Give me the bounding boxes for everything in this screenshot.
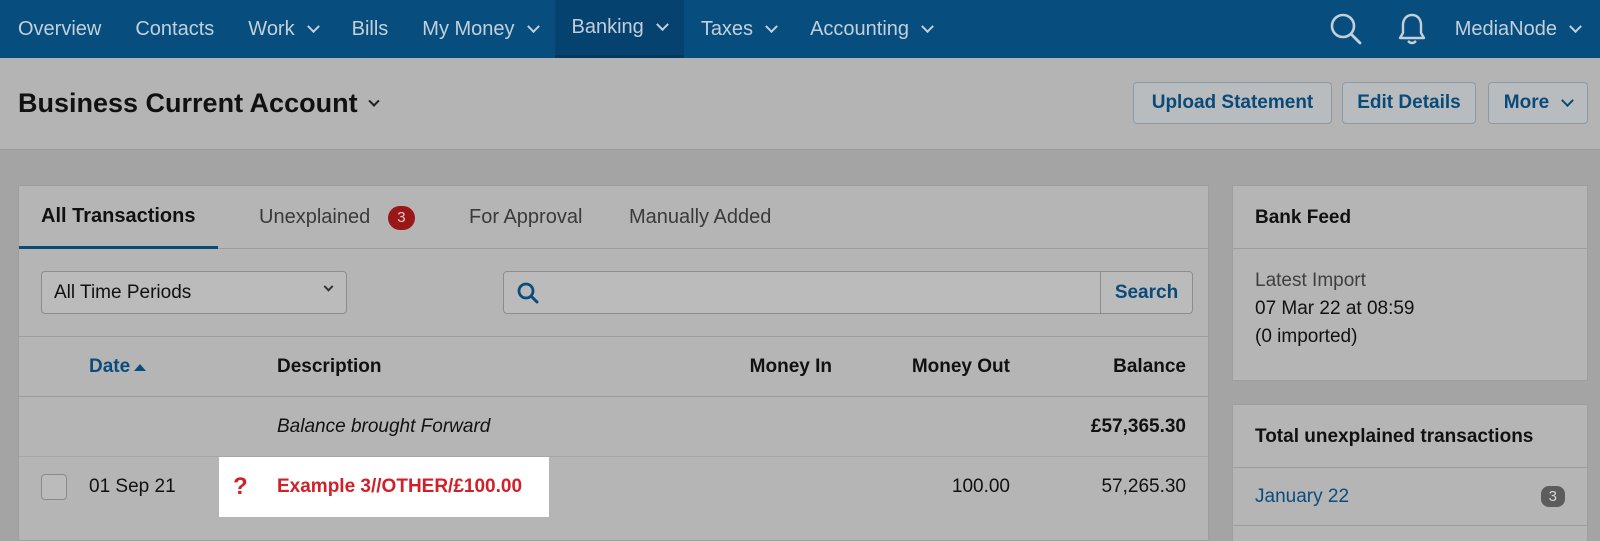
nav-label: Accounting (810, 17, 910, 40)
column-balance: Balance (1113, 356, 1186, 377)
column-money-out: Money Out (911, 356, 1010, 377)
chevron-down-icon (765, 19, 778, 33)
nav-label: Work (248, 17, 295, 40)
bell-icon[interactable] (1379, 0, 1445, 58)
imported-count-note: (0 imported) (1255, 326, 1358, 347)
tab-label: Manually Added (629, 206, 772, 228)
column-description: Description (277, 356, 382, 377)
edit-details-button[interactable]: Edit Details (1342, 82, 1476, 124)
top-nav: Overview Contacts Work Bills My Money Ba… (0, 0, 1600, 58)
nav-overview[interactable]: Overview (0, 0, 118, 58)
user-name: MediaNode (1454, 17, 1557, 40)
tab-label: For Approval (469, 206, 583, 228)
row-date: 01 Sep 21 (89, 476, 176, 497)
nav-label: Overview (18, 17, 102, 40)
nav-banking[interactable]: Banking (554, 0, 684, 58)
page-title: Business Current Account (18, 88, 358, 118)
user-menu[interactable]: MediaNode (1445, 18, 1600, 41)
column-money-in: Money In (749, 356, 832, 377)
brought-forward-row: Balance brought Forward £57,365.30 (19, 397, 1208, 457)
chevron-down-icon (367, 95, 380, 107)
nav-my-money[interactable]: My Money (405, 0, 554, 58)
time-period-select[interactable]: All Time Periods (41, 271, 347, 314)
nav-label: Taxes (700, 17, 754, 40)
nav-label: My Money (422, 17, 515, 40)
chevron-down-icon (323, 281, 334, 292)
chevron-down-icon (306, 19, 320, 33)
unexplained-totals-title: Total unexplained transactions (1233, 405, 1587, 468)
transaction-tabs: All Transactions Unexplained 3 For Appro… (19, 186, 1208, 249)
button-label: More (1503, 92, 1550, 113)
bank-feed-title: Bank Feed (1233, 186, 1587, 249)
nav-label: Banking (571, 16, 644, 38)
row-money-out: 100.00 (951, 476, 1010, 497)
search-input[interactable] (504, 272, 1100, 313)
nav-accounting[interactable]: Accounting (793, 0, 949, 58)
chevron-down-icon (1561, 93, 1575, 107)
button-label: Search (1114, 281, 1179, 303)
brought-forward-balance: £57,365.30 (1090, 416, 1186, 437)
row-checkbox[interactable] (41, 474, 67, 500)
bank-feed-card: Bank Feed Latest Import 07 Mar 22 at 08:… (1232, 185, 1588, 381)
nav-contacts[interactable]: Contacts (118, 0, 231, 58)
latest-import-label: Latest Import (1255, 270, 1366, 291)
page-header: Business Current Account Upload Statemen… (0, 58, 1600, 150)
chevron-down-icon (655, 18, 669, 32)
filter-bar: All Time Periods Search (19, 249, 1208, 337)
button-label: Upload Statement (1151, 92, 1314, 113)
row-description-highlight: ? Example 3//OTHER/£100.00 (219, 457, 549, 517)
list-item: January 22 3 (1233, 468, 1587, 526)
chevron-down-icon (1569, 19, 1582, 33)
chevron-down-icon (526, 19, 540, 33)
more-button[interactable]: More (1488, 82, 1588, 124)
sort-ascending-icon (134, 363, 147, 371)
month-link[interactable]: January 22 (1255, 486, 1349, 508)
month-count-badge: 3 (1540, 486, 1565, 507)
unexplained-count-badge: 3 (388, 205, 415, 230)
row-description-link[interactable]: Example 3//OTHER/£100.00 (277, 476, 522, 498)
transactions-panel: All Transactions Unexplained 3 For Appro… (18, 185, 1209, 541)
unexplained-totals-card: Total unexplained transactions January 2… (1232, 404, 1588, 541)
search-icon (517, 282, 539, 303)
row-balance: 57,265.30 (1101, 476, 1186, 497)
table-row[interactable]: 01 Sep 21 ? Example 3//OTHER/£100.00 100… (19, 457, 1208, 517)
brought-forward-label: Balance brought Forward (277, 416, 491, 437)
tab-unexplained[interactable]: Unexplained 3 (237, 186, 437, 249)
account-selector[interactable]: Business Current Account (18, 88, 380, 119)
search-box: Search (503, 271, 1193, 314)
tab-all-transactions[interactable]: All Transactions (19, 186, 218, 249)
nav-bills[interactable]: Bills (335, 0, 406, 58)
bank-feed-body: Latest Import 07 Mar 22 at 08:59 (0 impo… (1233, 249, 1587, 369)
unexplained-question-icon: ? (233, 473, 248, 500)
tab-manually-added[interactable]: Manually Added (607, 186, 793, 249)
tab-for-approval[interactable]: For Approval (447, 186, 604, 249)
button-label: Edit Details (1357, 92, 1461, 113)
table-header: Date Description Money In Money Out Bala… (19, 337, 1208, 397)
nav-taxes[interactable]: Taxes (684, 0, 793, 58)
tab-label: Unexplained (259, 206, 371, 228)
nav-work[interactable]: Work (231, 0, 334, 58)
column-date-sort[interactable]: Date (89, 356, 147, 378)
nav-right: MediaNode (1313, 0, 1600, 58)
nav-label: Bills (351, 17, 389, 40)
column-label: Date (89, 356, 131, 377)
upload-statement-button[interactable]: Upload Statement (1133, 82, 1332, 124)
select-value: All Time Periods (54, 281, 192, 303)
search-icon[interactable] (1313, 0, 1379, 58)
latest-import-value: 07 Mar 22 at 08:59 (1255, 298, 1415, 319)
tab-label: All Transactions (41, 204, 196, 227)
search-button[interactable]: Search (1100, 272, 1192, 313)
chevron-down-icon (921, 19, 934, 33)
nav-label: Contacts (135, 17, 215, 40)
